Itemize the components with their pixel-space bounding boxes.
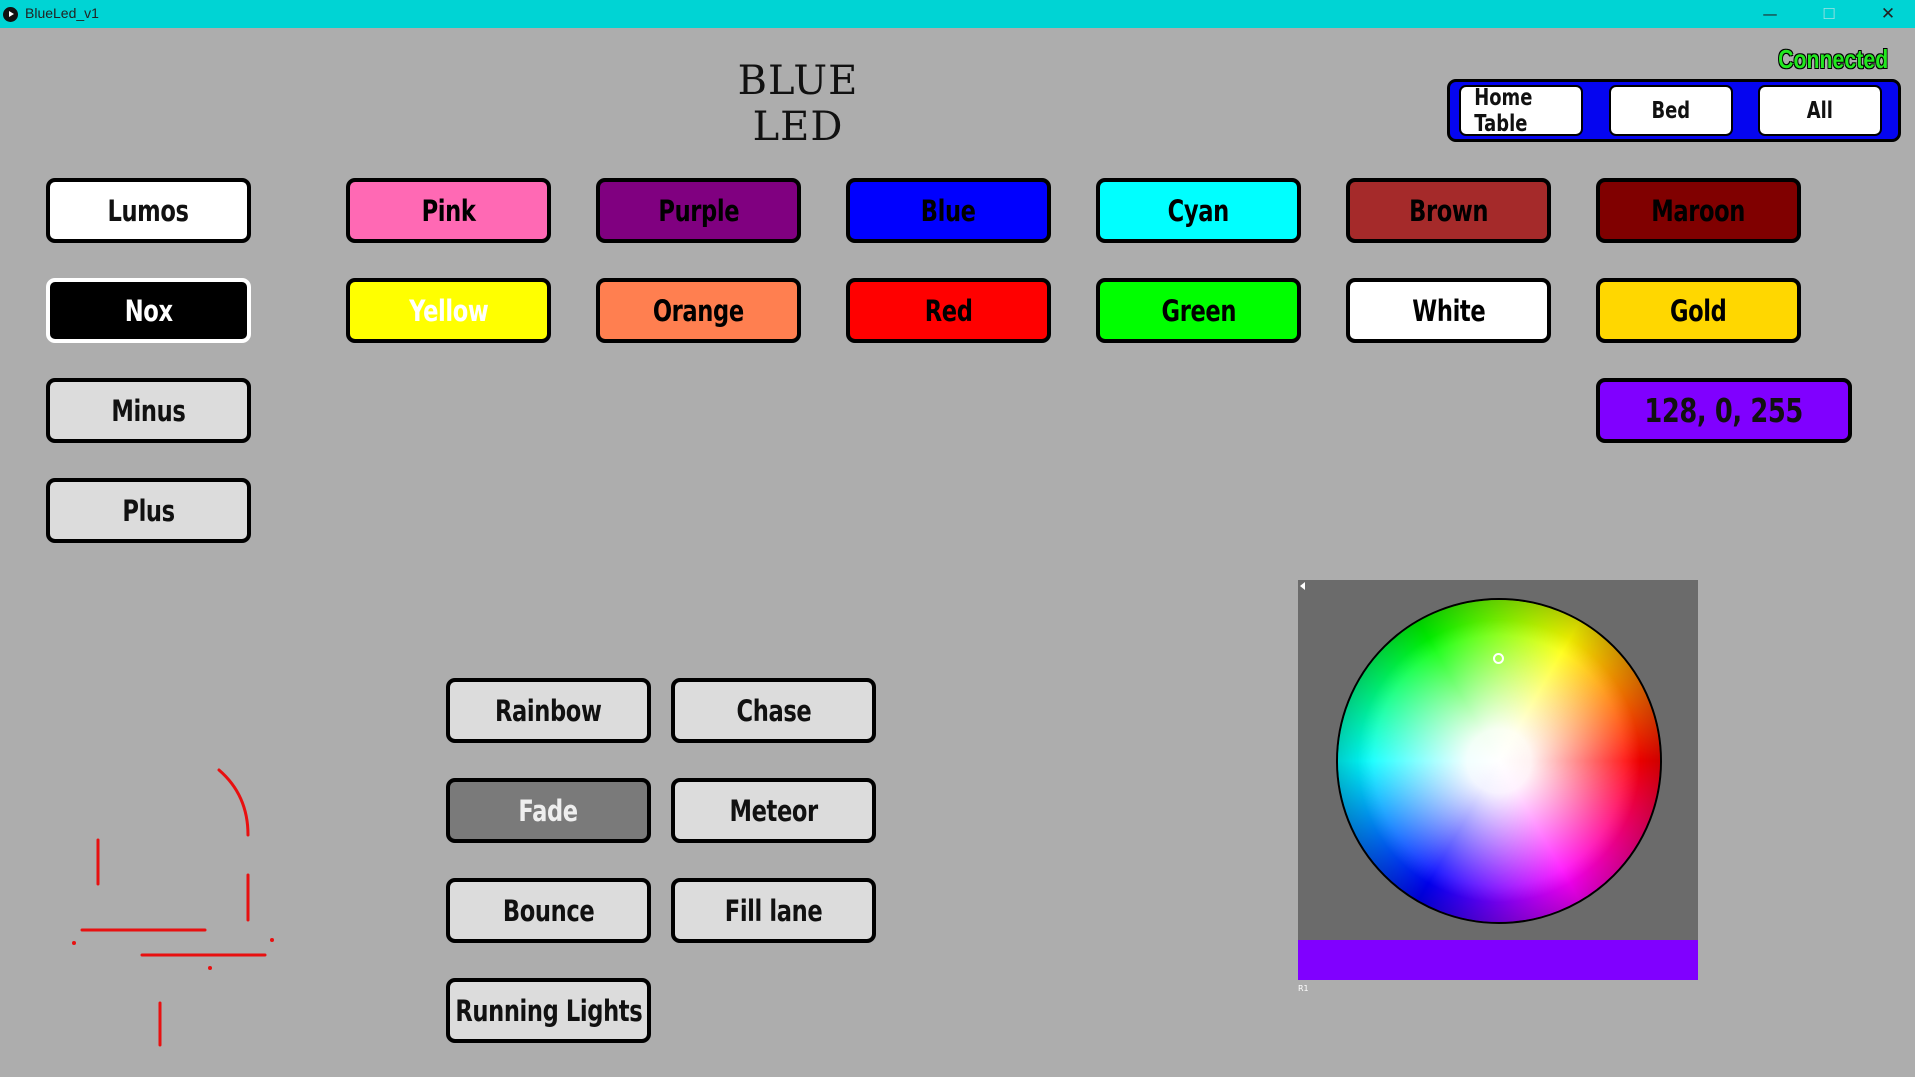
color-button-yellow[interactable]: Yellow bbox=[346, 278, 551, 343]
target-button-all[interactable]: All bbox=[1758, 85, 1882, 136]
color-button-orange[interactable]: Orange bbox=[596, 278, 801, 343]
color-button-purple[interactable]: Purple bbox=[596, 178, 801, 243]
color-button-white[interactable]: White bbox=[1346, 278, 1551, 343]
picker-label: R1 bbox=[1298, 984, 1309, 993]
close-button[interactable]: ✕ bbox=[1859, 0, 1915, 28]
color-button-pink[interactable]: Pink bbox=[346, 178, 551, 243]
connection-status: Connected bbox=[1778, 44, 1889, 74]
color-button-blue[interactable]: Blue bbox=[846, 178, 1051, 243]
target-button-home-table[interactable]: Home Table bbox=[1459, 85, 1583, 137]
selected-color-preview bbox=[1298, 940, 1698, 980]
effect-button-fade[interactable]: Fade bbox=[446, 778, 651, 843]
effect-button-meteor[interactable]: Meteor bbox=[671, 778, 876, 843]
effect-button-rainbow[interactable]: Rainbow bbox=[446, 678, 651, 743]
effect-button-fill-lane[interactable]: Fill lane bbox=[671, 878, 876, 943]
app-icon bbox=[3, 7, 18, 22]
led-trace-drawing bbox=[72, 768, 274, 1047]
minimize-button[interactable]: — bbox=[1741, 0, 1799, 28]
color-button-maroon[interactable]: Maroon bbox=[1596, 178, 1801, 243]
color-button-brown[interactable]: Brown bbox=[1346, 178, 1551, 243]
color-wheel[interactable] bbox=[1336, 598, 1662, 924]
color-button-cyan[interactable]: Cyan bbox=[1096, 178, 1301, 243]
picker-corner-marker-icon bbox=[1300, 582, 1305, 590]
nox-button[interactable]: Nox bbox=[46, 278, 251, 343]
color-button-gold[interactable]: Gold bbox=[1596, 278, 1801, 343]
minus-button[interactable]: Minus bbox=[46, 378, 251, 443]
maximize-button[interactable]: ☐ bbox=[1800, 0, 1858, 28]
lumos-button[interactable]: Lumos bbox=[46, 178, 251, 243]
target-button-bed[interactable]: Bed bbox=[1609, 85, 1733, 136]
rgb-value-button[interactable]: 128, 0, 255 bbox=[1596, 378, 1852, 443]
color-wheel-cursor[interactable] bbox=[1493, 653, 1504, 664]
effect-button-running-lights[interactable]: Running Lights bbox=[446, 978, 651, 1043]
plus-button[interactable]: Plus bbox=[46, 478, 251, 543]
effect-button-bounce[interactable]: Bounce bbox=[446, 878, 651, 943]
color-button-green[interactable]: Green bbox=[1096, 278, 1301, 343]
color-button-red[interactable]: Red bbox=[846, 278, 1051, 343]
effect-button-chase[interactable]: Chase bbox=[671, 678, 876, 743]
page-title: BLUE LED bbox=[737, 58, 859, 150]
window-title: BlueLed_v1 bbox=[25, 5, 99, 21]
title-bar: BlueLed_v1 — ☐ ✕ bbox=[0, 0, 1915, 28]
